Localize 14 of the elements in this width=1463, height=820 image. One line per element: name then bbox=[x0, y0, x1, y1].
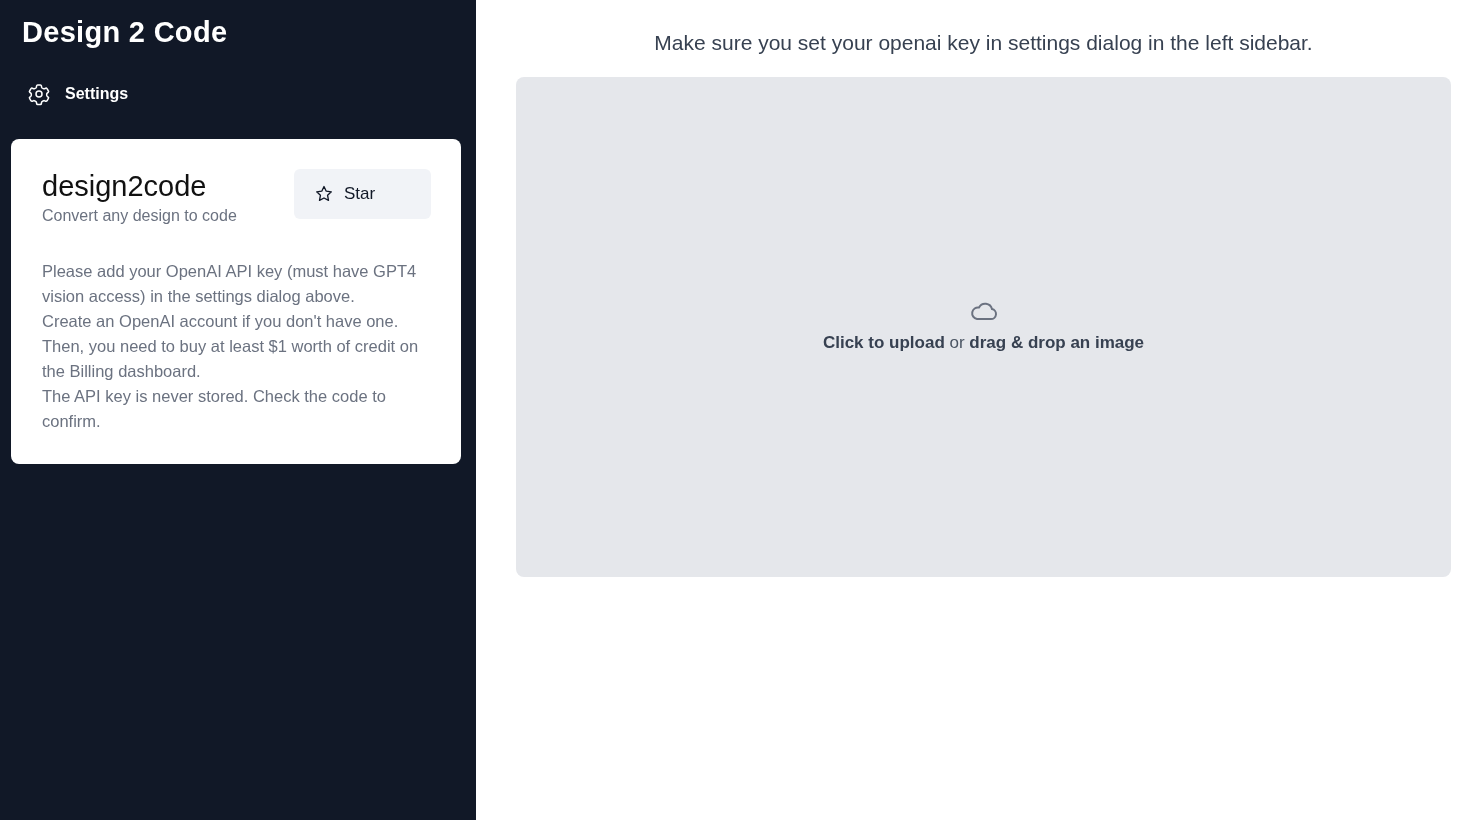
info-paragraph: Please add your OpenAI API key (must have GPT4 vision access) in the settings dialog above. bbox=[42, 261, 418, 307]
info-paragraph: Create an OpenAI account if you don't have one. Then, you need to buy at least $1 worth of credit on the Billing dashboard. bbox=[42, 311, 420, 382]
info-paragraph: The API key is never stored. Check the code to confirm. bbox=[42, 386, 387, 432]
notice-text: Make sure you set your openai key in settings dialog in the left sidebar. bbox=[653, 31, 1314, 55]
dropzone[interactable]: Click to upload or drag & drop an image bbox=[516, 77, 1451, 577]
star-icon bbox=[314, 184, 334, 204]
cloud-icon bbox=[968, 301, 999, 321]
settings-icon bbox=[27, 82, 51, 106]
app-title: Design 2 Code bbox=[22, 16, 229, 49]
repo-name: design2code bbox=[42, 169, 208, 203]
tagline: Convert any design to code bbox=[42, 207, 237, 225]
star-button[interactable]: Star bbox=[294, 169, 431, 219]
upload-instructions: Click to upload or drag & drop an image bbox=[822, 333, 1145, 353]
settings-button[interactable]: Settings bbox=[27, 82, 129, 106]
